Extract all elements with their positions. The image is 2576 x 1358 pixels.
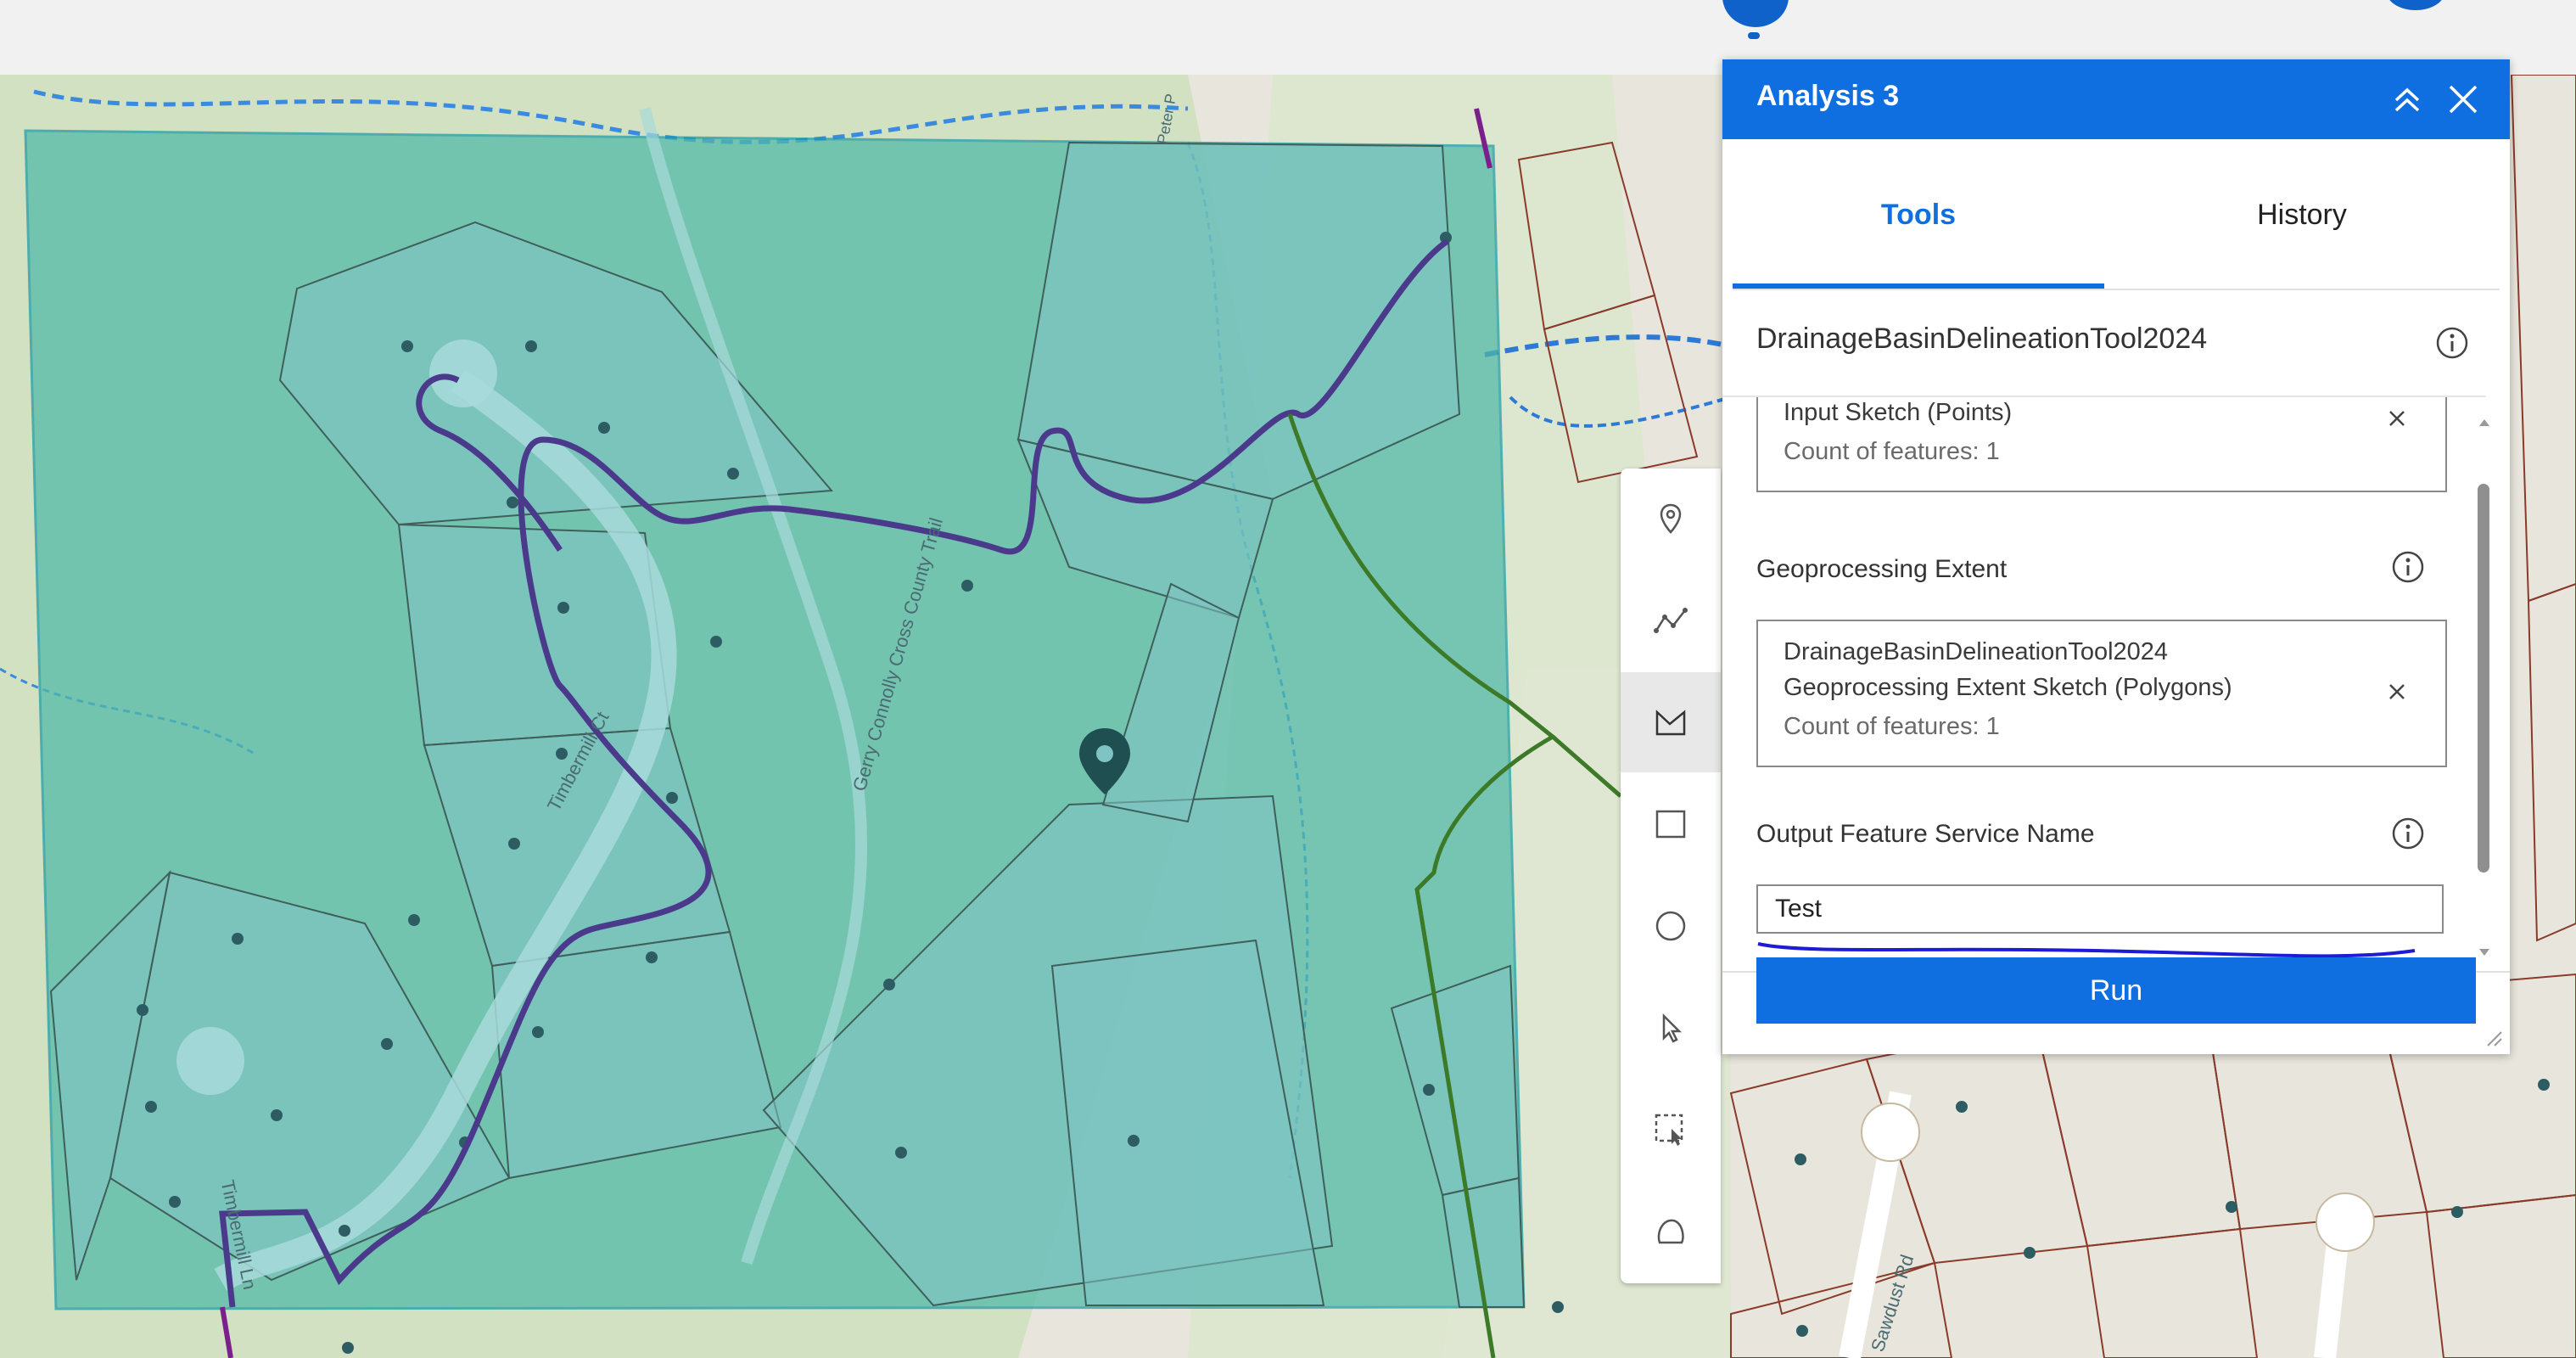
extent-line2: Geoprocessing Extent Sketch (Polygons) bbox=[1784, 674, 2232, 701]
circle-icon bbox=[1655, 911, 1686, 941]
input-sketch-card: Input Sketch (Points) Count of features:… bbox=[1756, 397, 2447, 492]
output-name-info-button[interactable] bbox=[2391, 816, 2425, 850]
tool-info-button[interactable] bbox=[2435, 326, 2469, 360]
polyline-tool-button[interactable] bbox=[1621, 570, 1721, 671]
panel-title: Analysis 3 bbox=[1756, 80, 1900, 112]
select-by-rectangle-icon bbox=[1655, 1114, 1683, 1146]
remove-extent-button[interactable] bbox=[2386, 681, 2408, 703]
lasso-icon bbox=[1657, 1219, 1684, 1244]
panel-header: Analysis 3 bbox=[1722, 59, 2510, 139]
polyline-icon bbox=[1654, 608, 1688, 633]
select-icon bbox=[1662, 1013, 1683, 1043]
input-sketch-count: Count of features: 1 bbox=[1784, 438, 2000, 465]
user-avatar[interactable] bbox=[2386, 0, 2445, 10]
tab-history[interactable]: History bbox=[2104, 139, 2500, 290]
geoprocessing-extent-card: DrainageBasinDelineationTool2024 Geoproc… bbox=[1756, 620, 2447, 767]
output-name-input[interactable] bbox=[1756, 884, 2444, 934]
tab-divider bbox=[1733, 289, 2500, 290]
parameters-scroll-area[interactable]: Input Sketch (Points) Count of features:… bbox=[1722, 396, 2486, 964]
point-icon bbox=[1660, 503, 1682, 534]
polygon-icon bbox=[1655, 710, 1686, 736]
run-button-label: Run bbox=[2089, 974, 2143, 1007]
remove-input-sketch-button[interactable] bbox=[2386, 407, 2408, 429]
point-tool-button[interactable] bbox=[1621, 469, 1721, 569]
chevron-double-up-icon bbox=[2394, 87, 2420, 112]
close-panel-button[interactable] bbox=[2444, 80, 2483, 119]
scroll-up-icon[interactable] bbox=[2474, 412, 2495, 433]
collapse-button[interactable] bbox=[2388, 80, 2427, 119]
search-button[interactable] bbox=[1722, 0, 1789, 27]
input-sketch-title: Input Sketch (Points) bbox=[1784, 399, 2013, 426]
close-icon bbox=[2449, 85, 2478, 114]
scroll-down-icon[interactable] bbox=[2474, 942, 2495, 962]
tab-tools-label: Tools bbox=[1880, 198, 1957, 231]
select-by-rectangle-button[interactable] bbox=[1621, 1080, 1721, 1180]
info-icon bbox=[2392, 551, 2424, 583]
extent-count: Count of features: 1 bbox=[1784, 713, 2000, 740]
rectangle-tool-button[interactable] bbox=[1621, 774, 1721, 874]
geoprocessing-extent-label: Geoprocessing Extent bbox=[1756, 555, 2008, 583]
lasso-tool-button[interactable] bbox=[1621, 1181, 1721, 1282]
select-tool-button[interactable] bbox=[1621, 978, 1721, 1078]
resize-handle-icon[interactable] bbox=[2481, 1025, 2503, 1047]
rectangle-icon bbox=[1655, 810, 1686, 839]
close-icon bbox=[2389, 684, 2405, 699]
geoprocessing-extent-info-button[interactable] bbox=[2391, 550, 2425, 584]
sketch-toolbar bbox=[1621, 469, 1721, 1283]
close-icon bbox=[2389, 411, 2405, 426]
analysis-panel: Analysis 3 Tools History DrainageBasinDe… bbox=[1722, 59, 2510, 1054]
extent-line1: DrainageBasinDelineationTool2024 bbox=[1784, 638, 2169, 665]
active-indicator bbox=[1748, 32, 1760, 39]
scrollbar-thumb[interactable] bbox=[2478, 484, 2489, 873]
tab-tools[interactable]: Tools bbox=[1733, 139, 2104, 290]
info-icon bbox=[2392, 817, 2424, 850]
tab-history-label: History bbox=[2257, 198, 2347, 231]
circle-tool-button[interactable] bbox=[1621, 876, 1721, 976]
run-button[interactable]: Run bbox=[1756, 957, 2476, 1024]
polygon-tool-button[interactable] bbox=[1621, 672, 1721, 772]
info-icon bbox=[2436, 327, 2468, 359]
tool-name: DrainageBasinDelineationTool2024 bbox=[1756, 323, 2208, 355]
output-name-label: Output Feature Service Name bbox=[1756, 820, 2095, 848]
